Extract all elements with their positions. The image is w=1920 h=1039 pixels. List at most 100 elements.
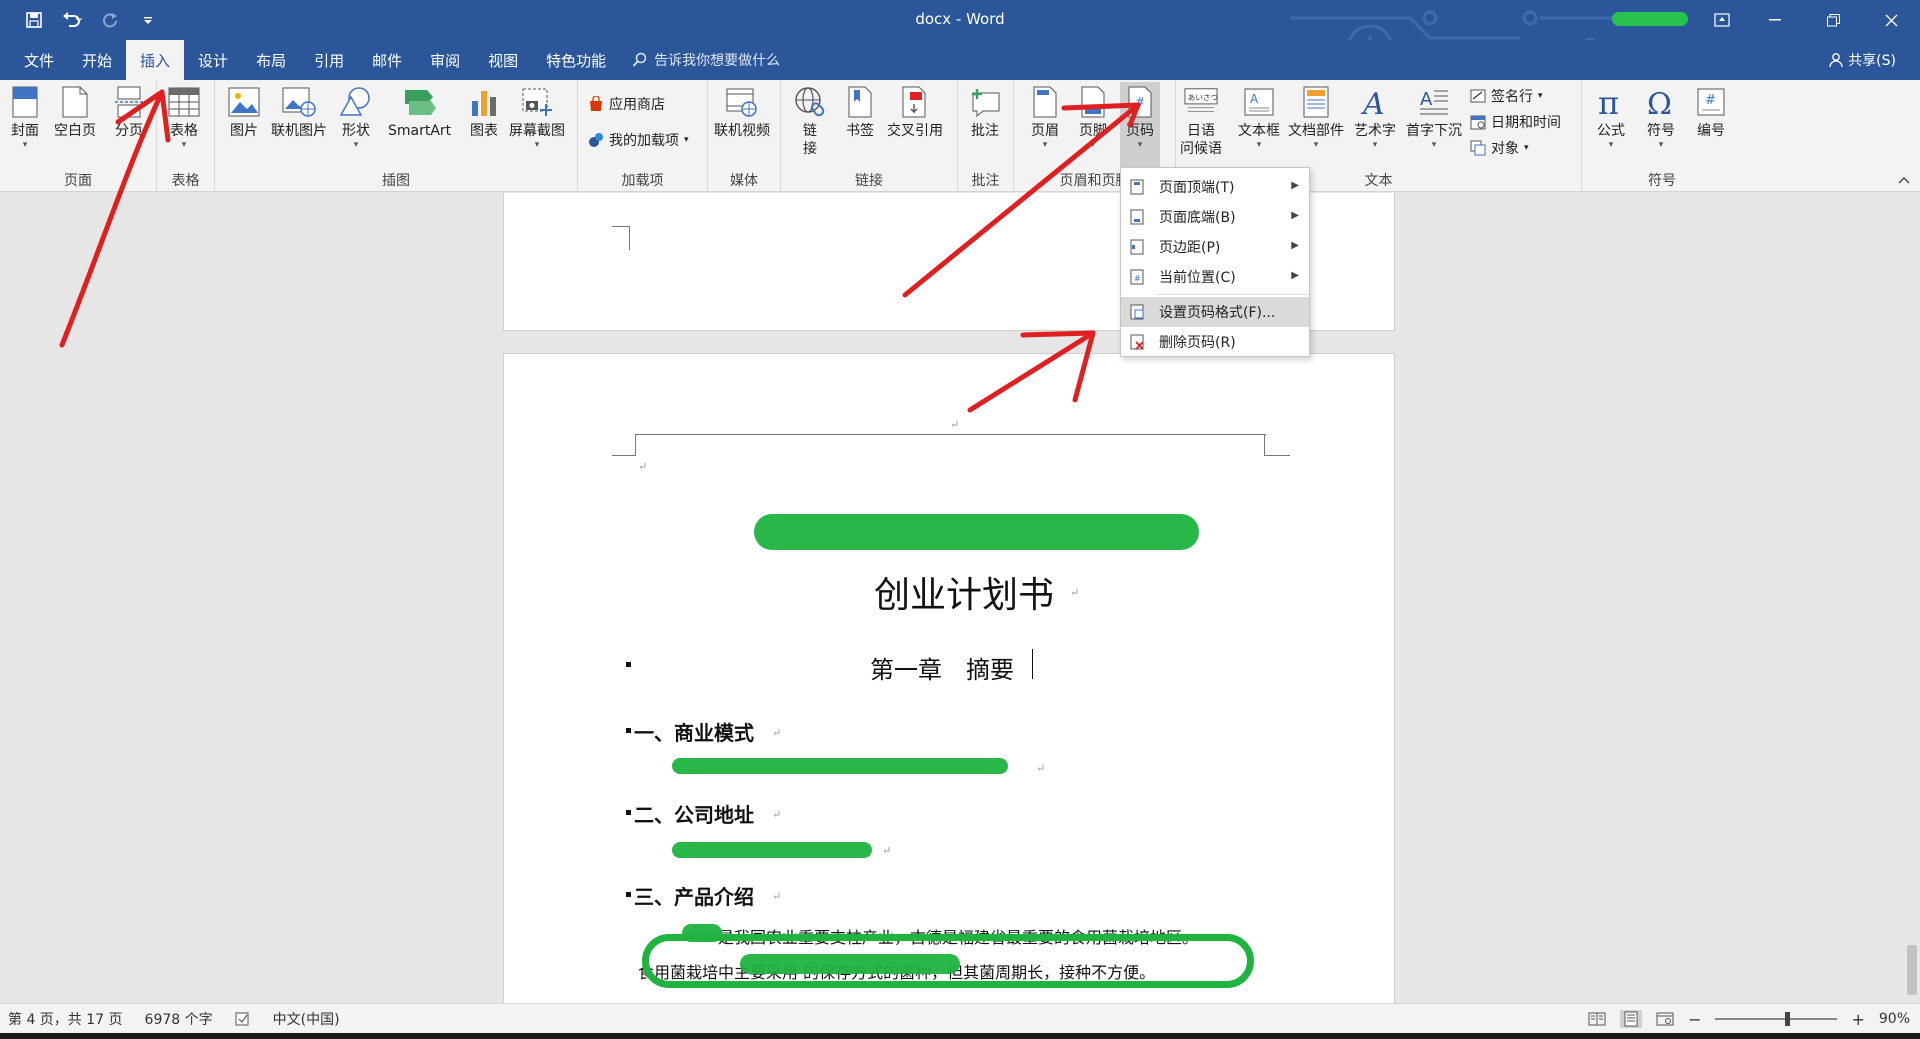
language-status[interactable]: 中文(中国) [273,1009,340,1029]
textbox-button[interactable]: A 文本框 ▾ [1238,84,1280,150]
comment-button[interactable]: 批注 [968,84,1002,140]
link-button[interactable]: 链 接 [793,84,827,158]
header-button[interactable]: 页眉 ▾ [1028,84,1062,150]
tab-view[interactable]: 视图 [474,40,532,80]
document-canvas[interactable]: ↵ ↵ 创业计划书 ↵ 第一章 摘要 一、商业模式 ↵ ↵ 二、公司地址 ↵ ↵… [0,193,1920,1003]
account-name[interactable] [1612,12,1688,26]
tab-references[interactable]: 引用 [300,40,358,80]
cover-button[interactable]: 封面 ▾ [8,84,42,150]
group-tables: 表格 ▾ 表格 [157,80,215,192]
object-button[interactable]: 对象 ▾ [1470,138,1529,158]
tab-design[interactable]: 设计 [184,40,242,80]
document-parts-button[interactable]: 文档部件 ▾ [1288,84,1344,150]
margin-corner-mark [612,226,630,250]
web-layout-icon[interactable] [1656,1012,1674,1026]
group-links: 链 接 书签 交叉引用 链接 [781,80,958,192]
screenshot-button[interactable]: 屏幕截图 ▾ [509,84,565,150]
menu-item-bottom-of-page[interactable]: 页面底端(B) ▶ [1121,202,1309,232]
proofing-status[interactable] [235,1012,251,1026]
zoom-slider[interactable] [1715,1012,1838,1026]
svg-text:あいさつ: あいさつ [1188,93,1218,102]
smartart-button[interactable]: SmartArt [388,84,451,140]
table-button[interactable]: 表格 ▾ [167,84,201,150]
group-comments: 批注 批注 [958,80,1014,192]
signature-line-button[interactable]: 签名行 ▾ [1470,86,1543,106]
dropcap-button[interactable]: A 首字下沉 ▾ [1406,84,1462,150]
online-video-button[interactable]: 联机视频 [714,84,770,140]
tab-file[interactable]: 文件 [10,40,68,80]
tell-me-box[interactable]: 告诉我你想要做什么 [632,50,780,70]
page-current[interactable]: ↵ ↵ 创业计划书 ↵ 第一章 摘要 一、商业模式 ↵ ↵ 二、公司地址 ↵ ↵… [503,353,1395,1003]
print-layout-icon[interactable] [1620,1010,1643,1028]
ribbon-display-options-icon[interactable] [1709,8,1735,32]
svg-text:π: π [1598,86,1619,118]
tab-mailings[interactable]: 邮件 [358,40,416,80]
lightbulb-search-icon [632,52,647,67]
collapse-ribbon-icon[interactable] [1898,173,1910,187]
dropcap-icon: A [1417,84,1451,120]
my-addins-button[interactable]: 我的加载项 ▾ [588,130,689,150]
vertical-scrollbar[interactable] [1904,193,1920,1003]
footer-button[interactable]: 页脚 ▾ [1076,84,1110,150]
blank-page-button[interactable]: 空白页 [54,84,96,140]
new-comment-icon [968,84,1002,120]
svg-text:#: # [1135,95,1145,109]
cross-reference-icon [898,84,932,120]
bookmark-button[interactable]: 书签 [843,84,877,140]
numbering-button[interactable]: # 编号 [1694,84,1728,140]
scrollbar-thumb[interactable] [1907,945,1917,995]
header-border-line [636,434,1266,435]
svg-text:Ω: Ω [1647,87,1672,118]
menu-item-current-position[interactable]: # 当前位置(C) ▶ [1121,262,1309,292]
tab-review[interactable]: 审阅 [416,40,474,80]
online-picture-icon [282,84,316,120]
online-video-icon [725,84,759,120]
submenu-arrow-icon: ▶ [1291,270,1299,281]
cross-reference-button[interactable]: 交叉引用 [887,84,943,140]
submenu-arrow-icon: ▶ [1291,210,1299,221]
group-addins: 应用商店 我的加载项 ▾ 加载项 [578,80,708,192]
redo-icon[interactable] [98,8,122,32]
paragraph-mark: ↵ [772,726,782,739]
menu-item-format-page-numbers[interactable]: 设置页码格式(F)... [1121,297,1309,327]
date-time-button[interactable]: 日期和时间 [1470,112,1561,132]
page-count[interactable]: 第 4 页，共 17 页 [8,1009,123,1029]
group-illustrations: 图片 联机图片 形状 ▾ SmartArt 图表 屏幕截图 ▾ 插图 [215,80,578,192]
zoom-level[interactable]: 90% [1879,1011,1910,1027]
svg-text:A: A [1360,87,1385,118]
restore-icon[interactable] [1804,0,1862,40]
share-label: 共享(S) [1848,53,1896,69]
menu-item-top-of-page[interactable]: 页面顶端(T) ▶ [1121,172,1309,202]
page-break-button[interactable]: 分页 [112,84,146,140]
group-label-links: 链接 [855,173,883,189]
tab-insert[interactable]: 插入 [126,40,185,80]
save-icon[interactable] [22,8,46,32]
word-count[interactable]: 6978 个字 [145,1009,213,1029]
wordart-button[interactable]: A 艺术字 ▾ [1354,84,1396,150]
tab-layout[interactable]: 布局 [242,40,300,80]
menu-item-remove-page-numbers[interactable]: 删除页码(R) [1121,327,1309,357]
picture-button[interactable]: 图片 [227,84,261,140]
zoom-out-button[interactable]: − [1688,1010,1701,1029]
zoom-in-button[interactable]: + [1851,1010,1864,1029]
online-picture-button[interactable]: 联机图片 [271,84,327,140]
customize-icon[interactable] [136,8,160,32]
zoom-slider-thumb[interactable] [1785,1012,1791,1026]
menu-item-page-margins[interactable]: 页边距(P) ▶ [1121,232,1309,262]
store-button[interactable]: 应用商店 [588,94,665,114]
tab-home[interactable]: 开始 [68,40,126,80]
format-page-numbers-icon [1130,304,1144,320]
greeting-button[interactable]: あいさつ 日语 问候语 [1180,84,1222,158]
chart-button[interactable]: 图表 [467,84,501,140]
share-button[interactable]: 共享(S) [1828,50,1896,70]
paragraph-mark: ↵ [638,460,648,473]
undo-icon[interactable] [60,8,84,32]
table-icon [167,84,201,120]
close-icon[interactable] [1862,0,1920,40]
minimize-icon[interactable] [1746,0,1804,40]
read-mode-icon[interactable] [1588,1012,1606,1026]
equation-button[interactable]: π 公式 ▾ [1594,84,1628,150]
shapes-button[interactable]: 形状 ▾ [339,84,373,150]
tab-special-features[interactable]: 特色功能 [532,40,620,80]
symbol-button[interactable]: Ω 符号 ▾ [1644,84,1678,150]
